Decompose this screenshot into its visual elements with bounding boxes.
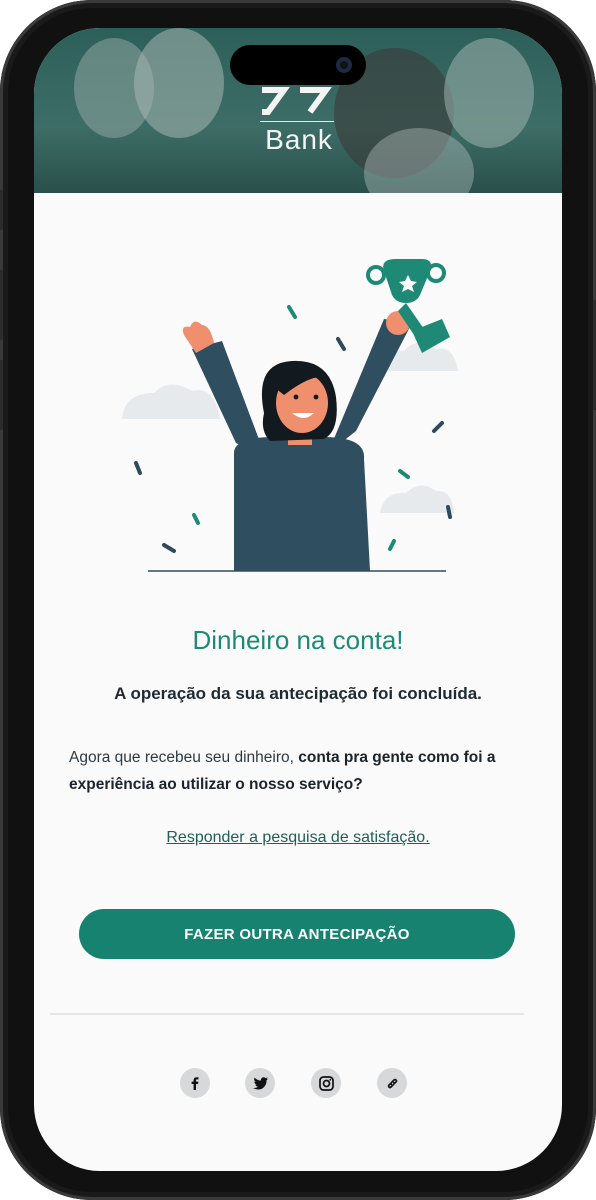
link-icon <box>387 1078 397 1088</box>
celebration-illustration <box>122 259 458 572</box>
screen: Bank Dinheiro na conta! A operação da su… <box>34 28 562 1171</box>
success-subtitle: A operação da sua antecipação foi conclu… <box>114 684 482 703</box>
footer-divider <box>50 1013 524 1015</box>
feedback-message: Agora que recebeu seu dinheiro, conta pr… <box>69 744 539 798</box>
camera-icon <box>336 57 352 73</box>
twitter-icon <box>252 1076 268 1089</box>
success-title: Dinheiro na conta! <box>192 625 404 655</box>
volume-down-button <box>0 360 3 430</box>
volume-up-button <box>0 270 3 340</box>
link-button[interactable] <box>377 1068 407 1098</box>
facebook-button[interactable] <box>180 1068 210 1098</box>
side-button-left <box>0 190 3 230</box>
survey-link[interactable]: Responder a pesquisa de satisfação. <box>34 829 562 847</box>
bank-logo-icon <box>262 87 332 115</box>
logo-divider <box>260 121 334 122</box>
phone-frame: Bank Dinheiro na conta! A operação da su… <box>0 0 596 1200</box>
instagram-button[interactable] <box>311 1068 341 1098</box>
social-links <box>180 1068 420 1100</box>
instagram-icon <box>318 1075 334 1091</box>
new-anticipation-button[interactable]: FAZER OUTRA ANTECIPAÇÃO <box>79 909 515 959</box>
twitter-button[interactable] <box>245 1068 275 1098</box>
dynamic-island <box>230 45 366 85</box>
facebook-icon <box>191 1077 199 1090</box>
brand-name: Bank <box>265 124 333 155</box>
feedback-message-plain: Agora que recebeu seu dinheiro, <box>69 749 294 766</box>
